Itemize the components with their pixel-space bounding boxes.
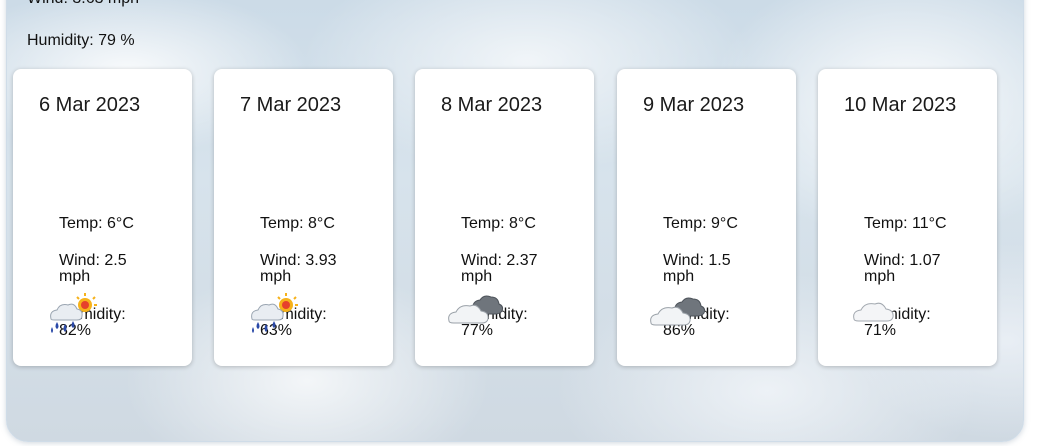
forecast-date: 6 Mar 2023	[39, 94, 141, 116]
rain-sun-icon	[50, 293, 97, 333]
forecast-date: 10 Mar 2023	[844, 94, 957, 116]
forecast-temp: Temp: 8°C	[461, 215, 536, 232]
forecast-temp: Temp: 11°C	[864, 215, 947, 232]
forecast-wind: Wind: 1.5 mph	[663, 252, 731, 285]
forecast-date: 9 Mar 2023	[643, 94, 745, 116]
current-humidity: Humidity: 79 %	[27, 32, 135, 49]
forecast-card-5: 10 Mar 2023 Temp: 11°C Wind: 1.07 mph Hu…	[818, 69, 997, 366]
forecast-date: 8 Mar 2023	[441, 94, 543, 116]
forecast-wind: Wind: 3.93 mph	[260, 252, 337, 285]
forecast-wind: Wind: 1.07 mph	[864, 252, 941, 285]
forecast-temp: Temp: 9°C	[663, 215, 738, 232]
forecast-card-1: 6 Mar 2023 Temp: 6°C Wind: 2.5 mph Humid…	[13, 69, 192, 366]
rain-sun-icon	[251, 293, 298, 333]
forecast-date: 7 Mar 2023	[240, 94, 342, 116]
forecast-temp: Temp: 6°C	[59, 215, 134, 232]
forecast-temp: Temp: 8°C	[260, 215, 335, 232]
cloud-icon	[853, 302, 894, 322]
forecast-card-3: 8 Mar 2023 Temp: 8°C Wind: 2.37 mph Humi…	[415, 69, 594, 366]
broken-clouds-icon	[448, 295, 504, 324]
forecast-wind: Wind: 2.37 mph	[461, 252, 538, 285]
current-wind: Wind: 3.63 mph	[27, 0, 139, 8]
broken-clouds-icon	[650, 297, 706, 326]
forecast-wind: Wind: 2.5 mph	[59, 252, 127, 285]
forecast-card-4: 9 Mar 2023 Temp: 9°C Wind: 1.5 mph Humid…	[617, 69, 796, 366]
forecast-card-2: 7 Mar 2023 Temp: 8°C Wind: 3.93 mph Humi…	[214, 69, 393, 366]
